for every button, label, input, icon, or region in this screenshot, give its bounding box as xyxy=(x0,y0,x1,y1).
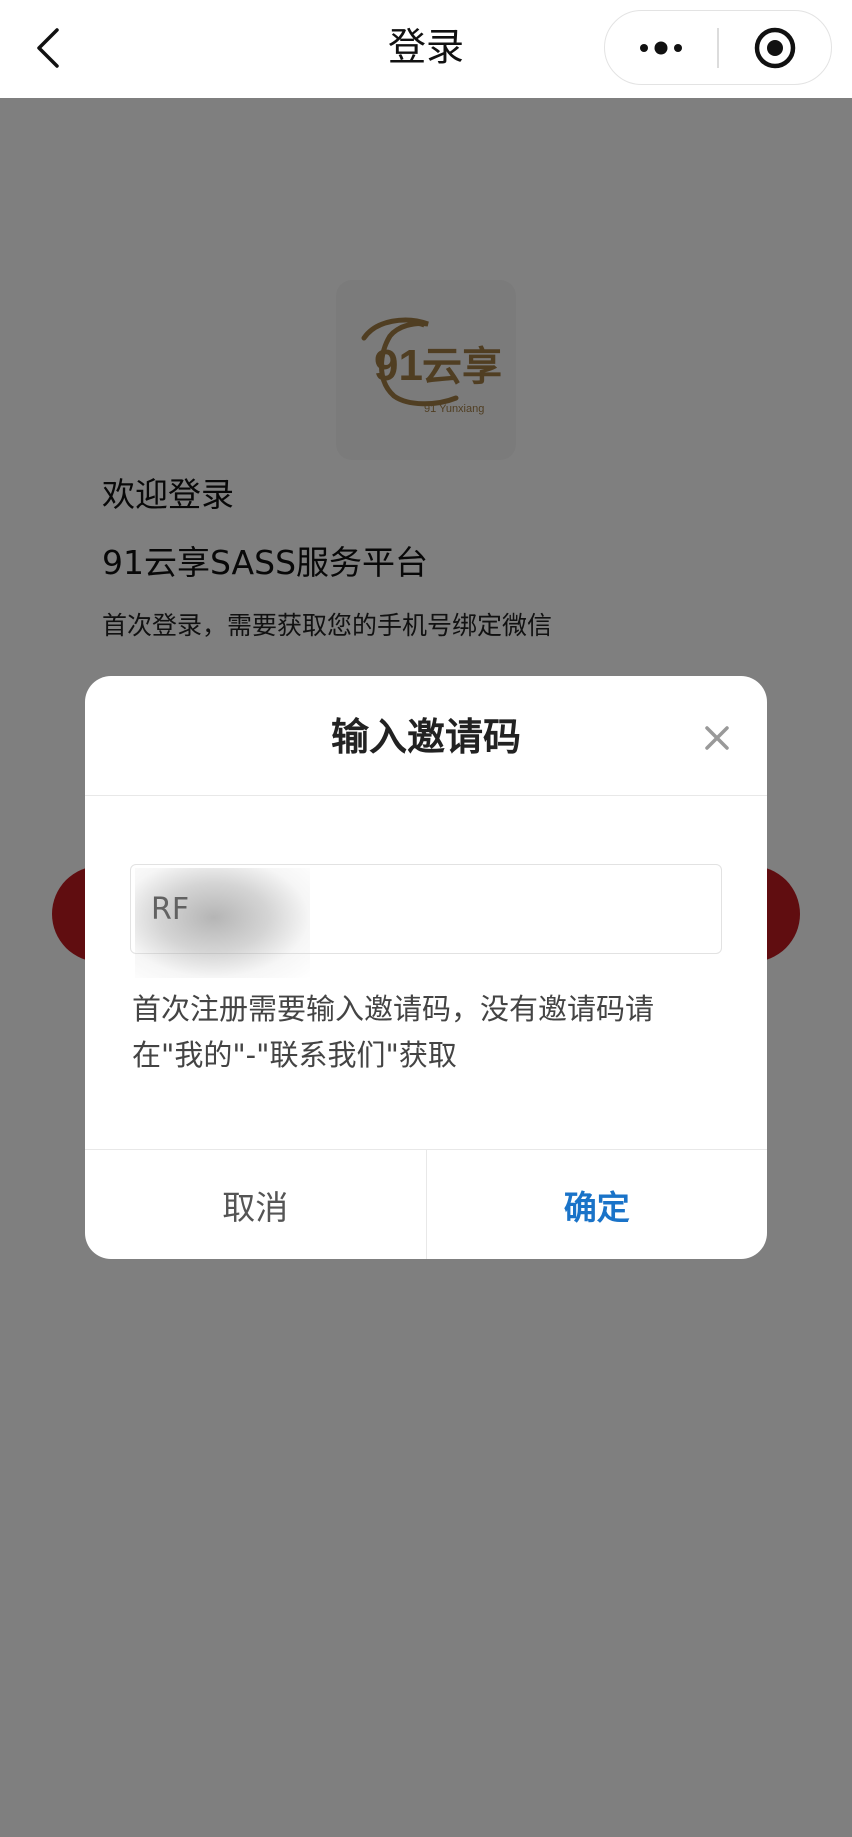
more-dots-icon xyxy=(640,41,683,54)
close-miniprogram-icon xyxy=(754,27,796,68)
cancel-button[interactable]: 取消 xyxy=(85,1150,427,1259)
dialog-title: 输入邀请码 xyxy=(330,715,521,759)
dialog-close-button[interactable] xyxy=(691,712,743,764)
login-page: 登录 91 云享 xyxy=(0,0,852,1837)
close-miniprogram-button[interactable] xyxy=(719,10,831,85)
more-button[interactable] xyxy=(605,10,717,85)
confirm-button[interactable]: 确定 xyxy=(427,1150,768,1259)
invite-code-input[interactable] xyxy=(130,864,722,954)
dialog-description: 首次注册需要输入邀请码，没有邀请码请在"我的"-"联系我们"获取 xyxy=(132,992,655,1072)
invite-code-dialog: 输入邀请码 首次注册需要输入邀请码，没有邀请码请在"我的"-"联系我们"获取 取… xyxy=(85,676,767,1259)
miniprogram-capsule xyxy=(604,10,832,85)
navigation-bar: 登录 xyxy=(0,0,852,98)
close-icon xyxy=(705,726,729,750)
dialog-header: 输入邀请码 xyxy=(85,676,767,796)
dialog-footer: 取消 确定 xyxy=(85,1149,767,1259)
